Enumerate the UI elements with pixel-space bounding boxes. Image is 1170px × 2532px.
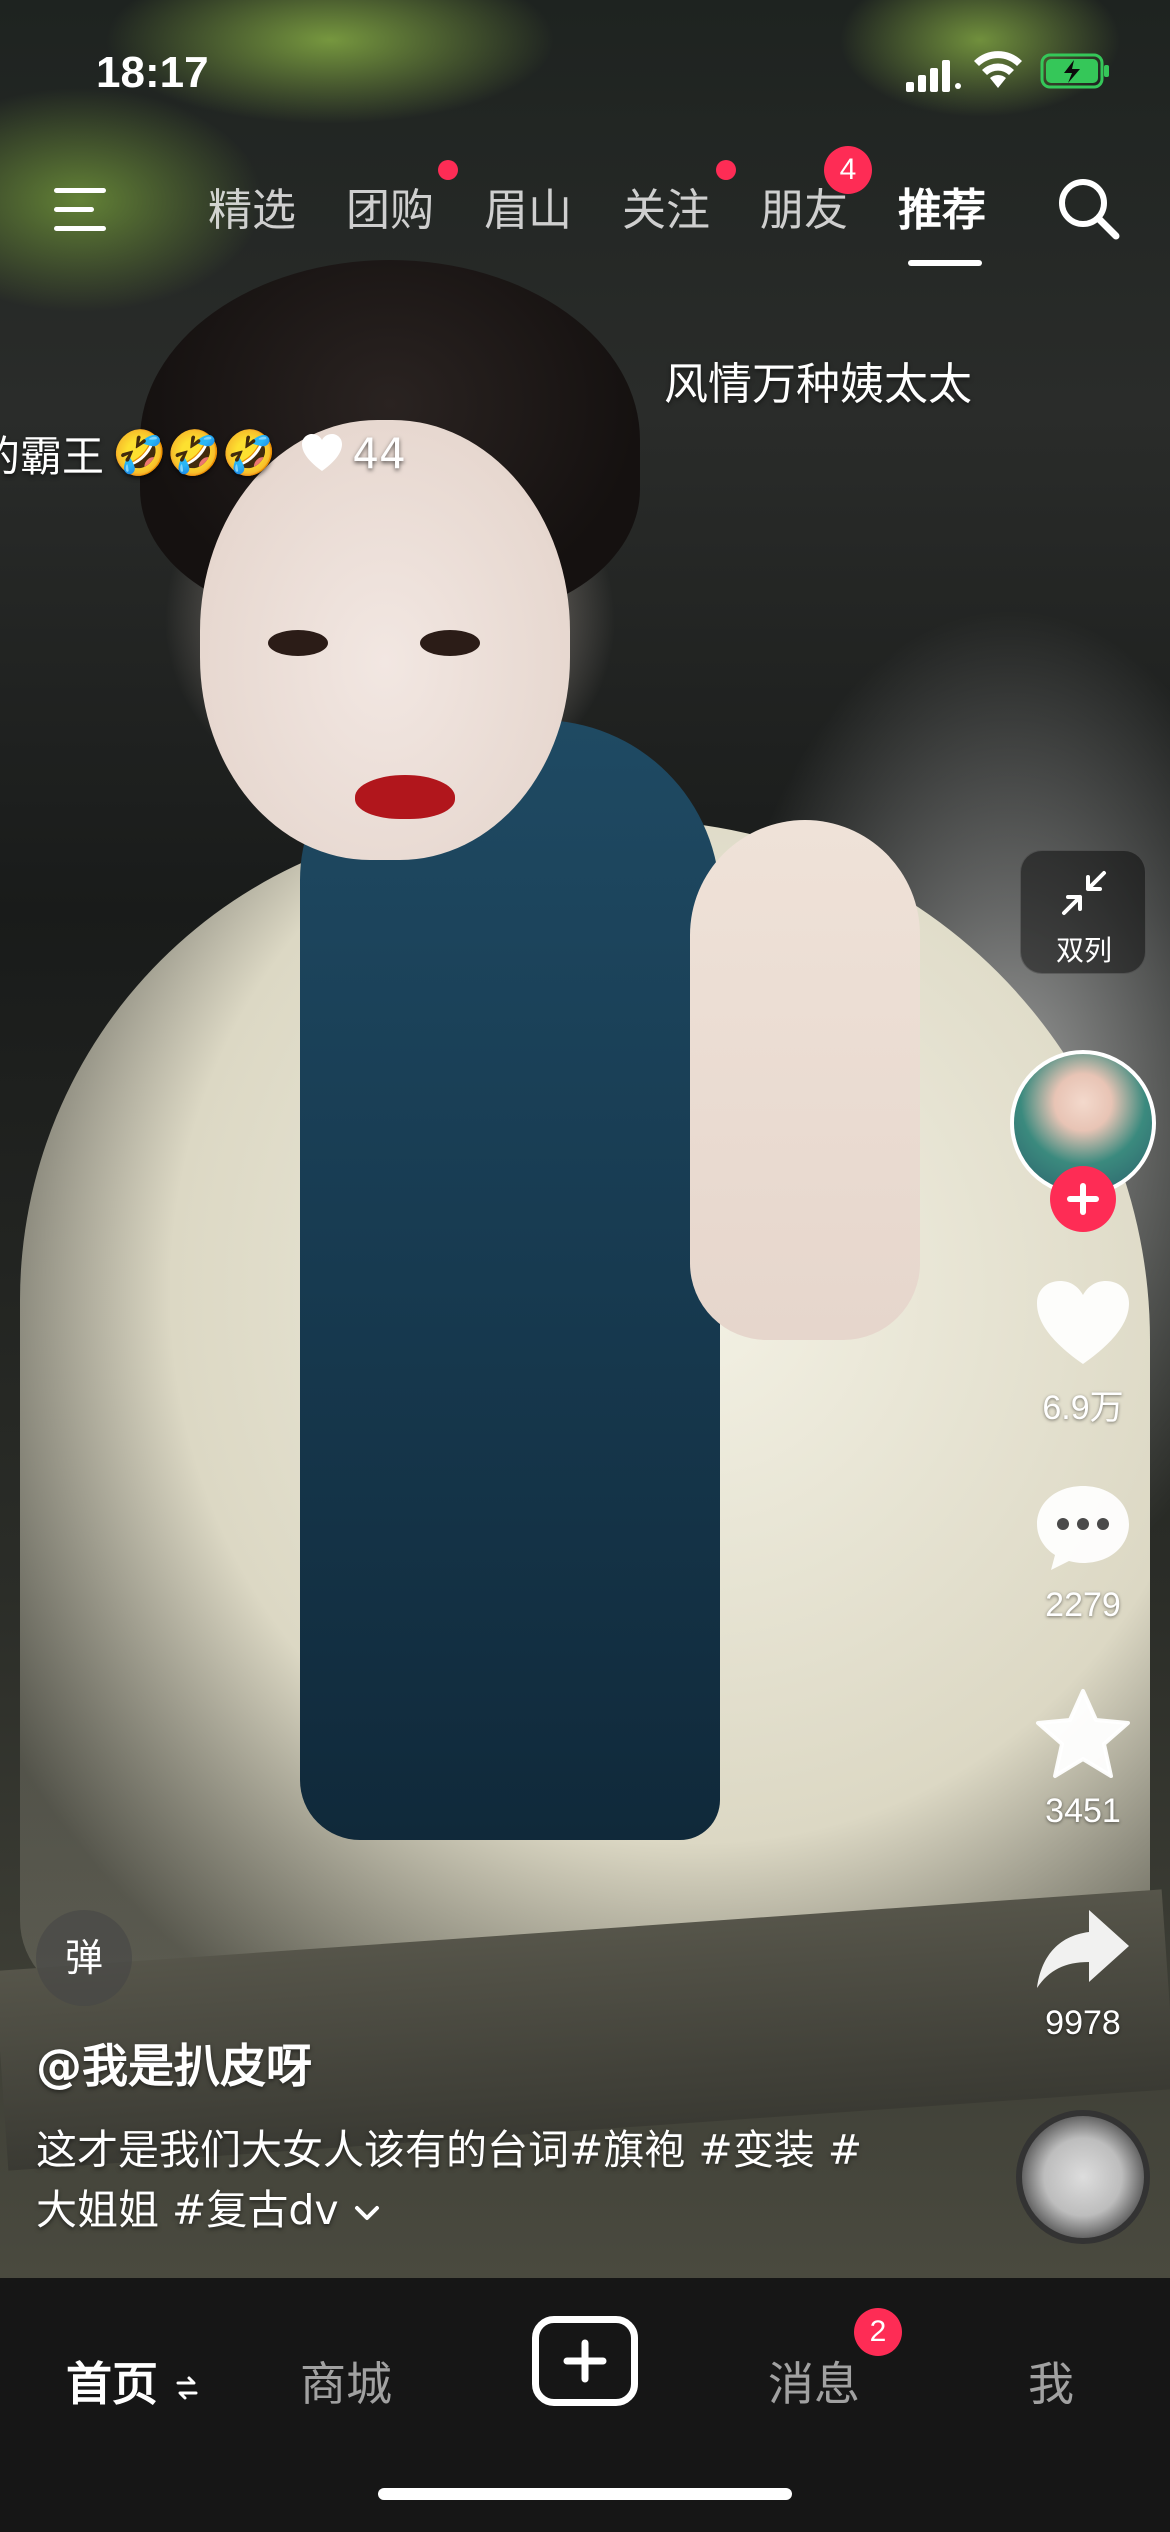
caption-line: 这才是我们大女人该有的台词#旗袍 #变装 #	[36, 2126, 863, 2174]
top-nav: 精选 团购 眉山 关注 朋友 4 推荐	[0, 146, 1170, 280]
video-figure-lips	[355, 775, 455, 819]
share-count: 9978	[1045, 2004, 1121, 2042]
favorite-count: 3451	[1045, 1792, 1121, 1830]
share-button[interactable]: 9978	[1010, 1906, 1156, 2043]
nav-mall[interactable]: 商城	[300, 2348, 392, 2414]
following-dot	[716, 160, 736, 180]
video-figure-eye	[420, 630, 480, 656]
comment-count: 2279	[1045, 1586, 1121, 1624]
heart-icon	[302, 434, 343, 471]
danmaku-text: 的霸王	[0, 431, 105, 481]
home-indicator	[378, 2488, 792, 2500]
tab-recommended[interactable]: 推荐	[898, 174, 986, 238]
danmaku-comment: 的霸王 🤣🤣🤣 44	[0, 418, 406, 488]
heart-icon	[1037, 1281, 1129, 1364]
author-name[interactable]: @我是扒皮呀	[36, 2030, 312, 2096]
video-figure-eye	[268, 630, 328, 656]
star-icon	[1036, 1689, 1130, 1778]
tab-featured[interactable]: 精选	[208, 174, 296, 238]
share-icon	[1037, 1910, 1129, 1988]
status-bar: 18:17	[0, 0, 1170, 150]
caption-line: 大姐姐 #复古dv	[36, 2180, 916, 2240]
like-count: 6.9万	[1042, 1389, 1124, 1427]
switch-arrows-icon	[176, 2376, 198, 2399]
menu-icon[interactable]	[50, 182, 114, 238]
tab-following[interactable]: 关注	[622, 174, 710, 238]
nav-me[interactable]: 我	[1028, 2348, 1074, 2414]
music-disc[interactable]	[1016, 2110, 1150, 2244]
chevron-down-icon[interactable]	[352, 2201, 382, 2225]
search-icon[interactable]	[1054, 174, 1124, 244]
messages-badge: 2	[854, 2308, 902, 2356]
comment-button[interactable]: 2279	[1010, 1482, 1156, 1625]
collapse-arrows-icon	[1062, 871, 1106, 915]
video-figure-dress	[300, 720, 720, 1840]
double-column-label: 双列	[1055, 934, 1112, 967]
plus-icon	[1067, 1183, 1099, 1215]
friends-badge: 4	[824, 146, 872, 194]
wifi-icon	[974, 51, 1022, 88]
cellular-signal-icon	[906, 60, 961, 92]
tab-local[interactable]: 眉山	[484, 174, 572, 238]
nav-messages[interactable]: 消息	[768, 2348, 860, 2414]
battery-charging-icon	[1040, 53, 1109, 89]
video-player[interactable]	[0, 0, 1170, 2278]
video-caption[interactable]: 这才是我们大女人该有的台词#旗袍 #变装 # 大姐姐 #复古dv	[36, 2120, 916, 2240]
like-button[interactable]: 6.9万	[1010, 1278, 1156, 1429]
status-time: 18:17	[96, 48, 209, 97]
active-tab-indicator	[908, 260, 982, 266]
comment-icon	[1037, 1486, 1129, 1570]
plus-icon	[563, 2339, 607, 2383]
video-figure-arm	[690, 820, 920, 1340]
danmaku-toggle-button[interactable]: 弹	[36, 1910, 132, 2006]
double-column-button[interactable]: 双列	[1020, 850, 1146, 974]
danmaku-emojis: 🤣🤣🤣	[112, 428, 277, 479]
video-subtitle: 风情万种姨太太	[664, 359, 972, 410]
group-buy-dot	[438, 160, 458, 180]
favorite-button[interactable]: 3451	[1010, 1688, 1156, 1831]
follow-button[interactable]	[1050, 1166, 1116, 1232]
tab-group-buy[interactable]: 团购	[346, 174, 434, 238]
danmaku-like-count: 44	[352, 428, 406, 478]
create-button[interactable]	[532, 2316, 638, 2406]
nav-home[interactable]: 首页	[66, 2348, 200, 2414]
